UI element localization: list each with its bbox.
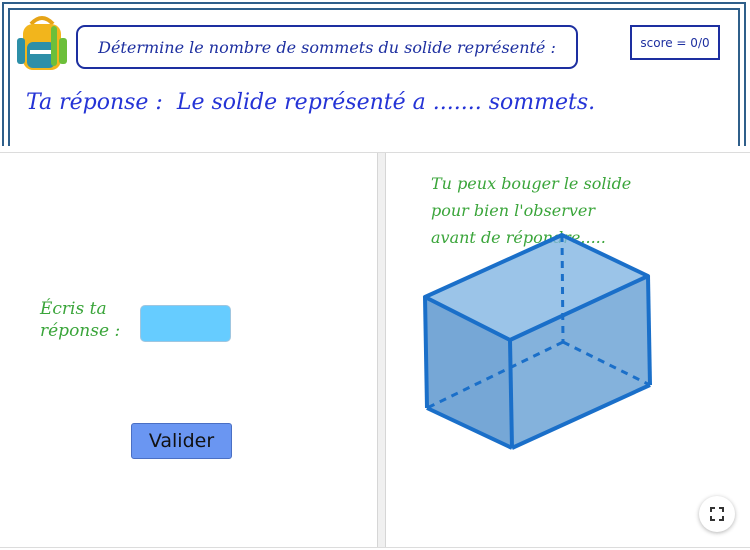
question-box: Détermine le nombre de sommets du solide… [76, 25, 578, 69]
question-text: Détermine le nombre de sommets du solide… [98, 37, 556, 57]
fullscreen-icon [710, 507, 724, 521]
answer-input[interactable] [140, 305, 231, 342]
hint-line1: Tu peux bouger le solide [431, 174, 632, 193]
left-panel [0, 153, 378, 548]
cuboid-3d-view[interactable] [400, 220, 670, 465]
input-label-line1: Écris ta [40, 299, 107, 319]
answer-line: Ta réponse : Le solide représenté a .....… [26, 90, 595, 115]
backpack-icon [17, 16, 67, 70]
fullscreen-button[interactable] [699, 496, 735, 532]
header: Détermine le nombre de sommets du solide… [0, 0, 750, 146]
bottom-divider [0, 547, 750, 548]
answer-label: Ta réponse : [26, 90, 163, 115]
score-box: score = 0/0 [630, 25, 720, 60]
input-label: Écris ta réponse : [40, 298, 120, 342]
answer-sentence: Le solide représenté a ....... sommets. [176, 90, 596, 115]
submit-button[interactable]: Valider [131, 423, 232, 459]
input-label-line2: réponse : [40, 321, 121, 341]
panel-resizer[interactable] [378, 153, 385, 548]
score-text: score = 0/0 [640, 35, 710, 50]
